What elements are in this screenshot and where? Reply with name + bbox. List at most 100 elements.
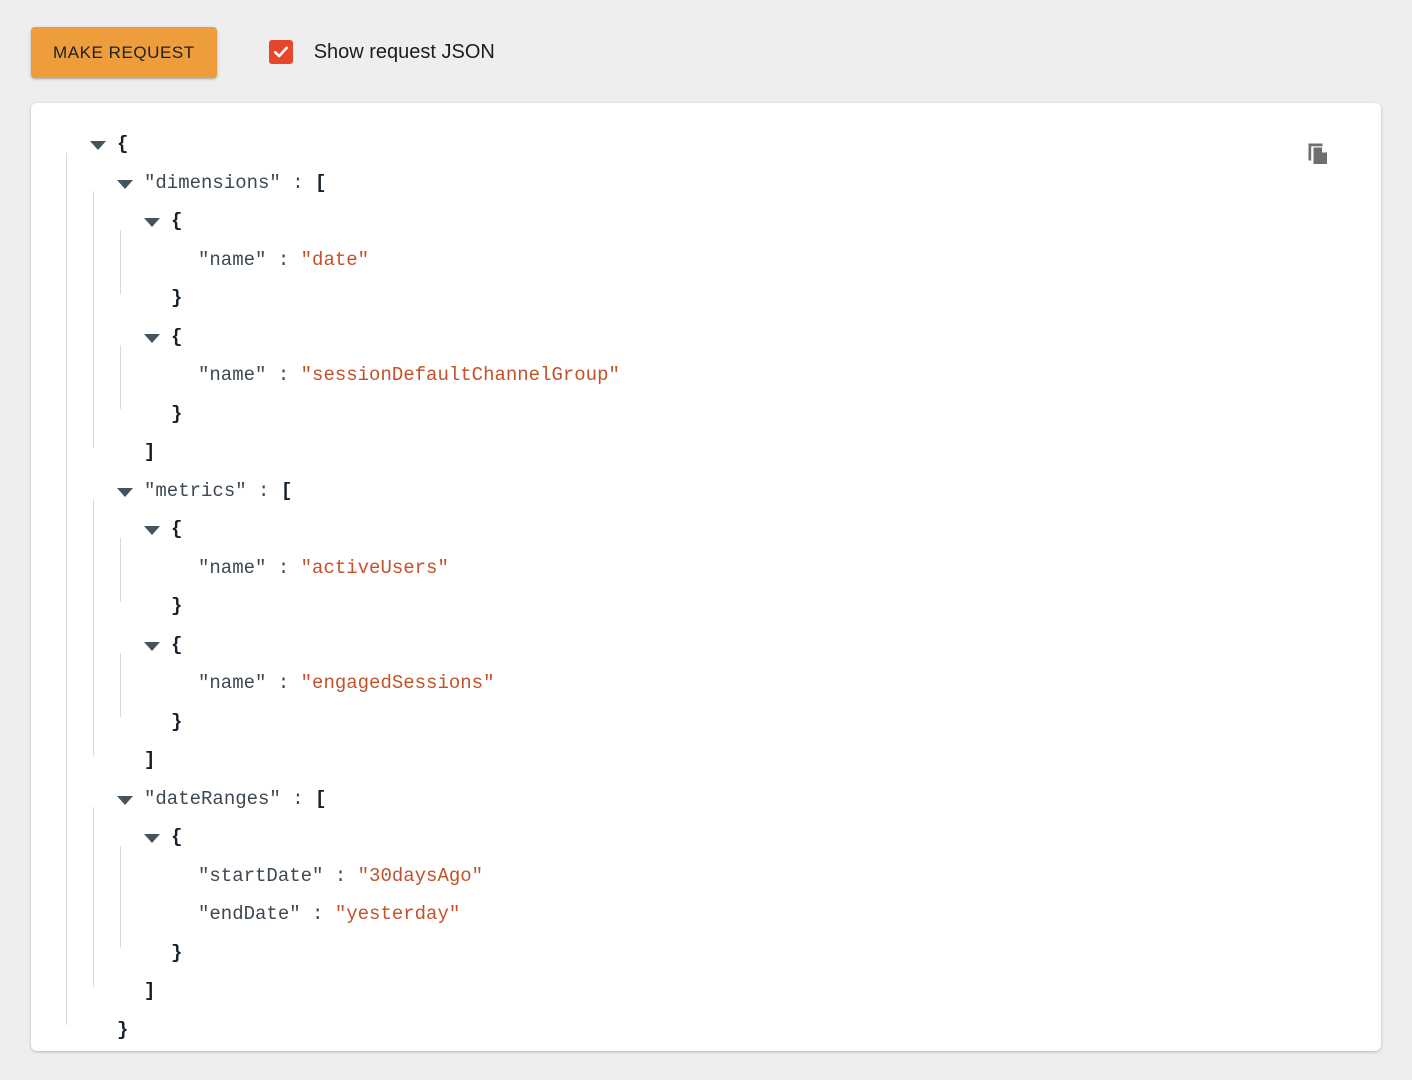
json-line-text: ] [144,972,155,1011]
json-line: "name" : "engagedSessions" [89,664,1381,703]
json-key: "dateRanges" [144,788,281,810]
json-line-text: { [117,125,128,164]
json-colon: : [281,788,315,810]
show-request-json-toggle[interactable]: Show request JSON [269,40,495,64]
json-value: "engagedSessions" [301,672,495,694]
json-line-text: "name" : "engagedSessions" [198,664,494,703]
json-key: "name" [198,672,266,694]
json-bracket: ] [144,441,155,463]
chevron-down-icon[interactable] [144,218,160,227]
json-line-text: "startDate" : "30daysAgo" [198,857,483,896]
json-bracket: } [171,942,182,964]
json-line: "dimensions" : [ [89,164,1381,203]
json-key: "name" [198,249,266,271]
json-line: } [89,703,1381,742]
json-value: "yesterday" [335,903,460,925]
json-line-text: { [171,318,182,357]
json-bracket: { [117,133,128,155]
json-colon: : [266,672,300,694]
json-line-text: } [171,703,182,742]
json-key: "name" [198,364,266,386]
json-line: { [89,818,1381,857]
json-line-text: "endDate" : "yesterday" [198,895,460,934]
json-line: { [89,318,1381,357]
show-request-json-label: Show request JSON [314,41,495,64]
json-colon: : [266,249,300,271]
make-request-button[interactable]: MAKE REQUEST [31,27,217,78]
json-colon: : [323,865,357,887]
json-colon: : [247,480,281,502]
json-line: } [89,1011,1381,1050]
json-line-text: "name" : "date" [198,241,369,280]
json-line: } [89,279,1381,318]
json-bracket: { [171,210,182,232]
json-line-text: "metrics" : [ [144,472,292,511]
json-bracket: [ [281,480,292,502]
checkbox-checked-icon[interactable] [269,40,293,64]
json-line: } [89,587,1381,626]
json-bracket: { [171,518,182,540]
json-bracket: [ [315,788,326,810]
json-line: } [89,934,1381,973]
json-value: "activeUsers" [301,557,449,579]
json-line: "startDate" : "30daysAgo" [89,857,1381,896]
json-key: "startDate" [198,865,323,887]
json-key: "name" [198,557,266,579]
json-bracket: } [171,595,182,617]
toolbar: MAKE REQUEST Show request JSON [0,0,1412,82]
json-bracket: ] [144,749,155,771]
json-line: ] [89,972,1381,1011]
json-bracket: { [171,326,182,348]
json-bracket: } [117,1019,128,1041]
chevron-down-icon[interactable] [144,642,160,651]
json-colon: : [266,364,300,386]
indent-guide-line [66,153,67,1025]
json-colon: : [281,172,315,194]
json-line-text: } [171,279,182,318]
json-colon: : [266,557,300,579]
json-line: { [89,125,1381,164]
json-line-text: "dateRanges" : [ [144,780,326,819]
json-value: "30daysAgo" [358,865,483,887]
chevron-down-icon[interactable] [144,526,160,535]
json-line: } [89,395,1381,434]
json-line-text: "name" : "sessionDefaultChannelGroup" [198,356,620,395]
chevron-down-icon[interactable] [90,141,106,150]
json-line: { [89,510,1381,549]
json-key: "endDate" [198,903,301,925]
json-line-text: { [171,202,182,241]
json-line: "name" : "date" [89,241,1381,280]
chevron-down-icon[interactable] [144,334,160,343]
json-line: ] [89,741,1381,780]
chevron-down-icon[interactable] [117,488,133,497]
json-bracket: ] [144,980,155,1002]
chevron-down-icon[interactable] [144,834,160,843]
json-colon: : [301,903,335,925]
json-value: "sessionDefaultChannelGroup" [301,364,620,386]
json-key: "dimensions" [144,172,281,194]
json-line: "metrics" : [ [89,472,1381,511]
json-line: "name" : "sessionDefaultChannelGroup" [89,356,1381,395]
json-bracket: } [171,711,182,733]
json-line: "dateRanges" : [ [89,780,1381,819]
json-bracket: } [171,287,182,309]
request-json-card: { "dimensions" : [ { "name" : "date"} { "name… [31,103,1381,1051]
json-line-text: ] [144,433,155,472]
json-line: ] [89,433,1381,472]
json-line-text: { [171,510,182,549]
json-line: "endDate" : "yesterday" [89,895,1381,934]
chevron-down-icon[interactable] [117,796,133,805]
json-value: "date" [301,249,369,271]
json-bracket: } [171,403,182,425]
json-line-text: } [117,1011,128,1050]
json-bracket: { [171,634,182,656]
json-key: "metrics" [144,480,247,502]
json-line: "name" : "activeUsers" [89,549,1381,588]
json-line: { [89,202,1381,241]
json-line-text: } [171,395,182,434]
json-line: { [89,626,1381,665]
json-line-text: } [171,587,182,626]
json-bracket: [ [315,172,326,194]
chevron-down-icon[interactable] [117,180,133,189]
json-bracket: { [171,826,182,848]
